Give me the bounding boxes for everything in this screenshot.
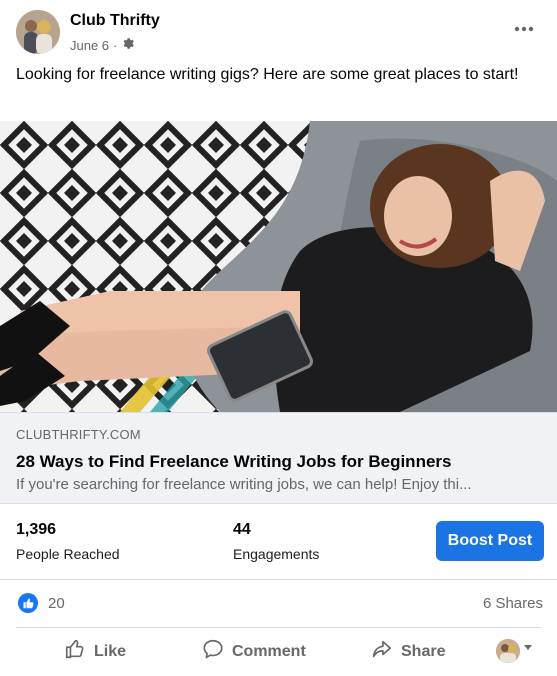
comment-label: Comment <box>232 642 306 660</box>
post-meta: June 6 · <box>70 37 135 53</box>
link-preview[interactable]: CLUBTHRIFTY.COM 28 Ways to Find Freelanc… <box>0 412 557 504</box>
like-label: Like <box>94 642 127 660</box>
speech-bubble-icon <box>202 638 224 665</box>
page-name[interactable]: Club Thrifty <box>70 12 160 30</box>
shares-count[interactable]: 6 Shares <box>483 595 543 612</box>
link-title[interactable]: 28 Ways to Find Freelance Writing Jobs f… <box>16 452 451 472</box>
like-reaction-icon[interactable] <box>18 593 38 613</box>
share-label: Share <box>401 642 446 660</box>
meta-separator: · <box>113 37 118 53</box>
engagements-label: Engagements <box>233 546 320 562</box>
reaction-count[interactable]: 20 <box>48 595 65 612</box>
people-reached-value: 1,396 <box>16 521 57 538</box>
post-date[interactable]: June 6 <box>70 38 109 53</box>
link-domain: CLUBTHRIFTY.COM <box>16 427 141 442</box>
like-button[interactable]: Like <box>64 628 126 675</box>
chevron-down-icon[interactable] <box>524 645 532 650</box>
share-button[interactable]: Share <box>371 628 445 675</box>
gear-icon[interactable] <box>121 37 135 53</box>
post-insights: 1,396 People Reached 44 Engagements Boos… <box>0 503 557 580</box>
share-arrow-icon <box>371 638 393 665</box>
profile-avatar[interactable] <box>496 639 520 663</box>
comment-button[interactable]: Comment <box>202 628 306 675</box>
link-preview-image[interactable] <box>0 121 557 412</box>
boost-post-button[interactable]: Boost Post <box>436 521 544 561</box>
post-text: Looking for freelance writing gigs? Here… <box>16 66 519 83</box>
page-avatar[interactable] <box>16 10 60 54</box>
engagements-value: 44 <box>233 521 251 538</box>
reactions-bar: 20 6 Shares <box>0 580 557 626</box>
more-horizontal-icon[interactable] <box>511 16 537 42</box>
people-reached-label: People Reached <box>16 546 120 562</box>
post-header: Club Thrifty June 6 · <box>0 0 557 60</box>
thumbs-up-icon <box>64 638 86 665</box>
link-description: If you're searching for freelance writin… <box>16 476 472 493</box>
action-bar: Like Comment Share <box>16 627 541 676</box>
